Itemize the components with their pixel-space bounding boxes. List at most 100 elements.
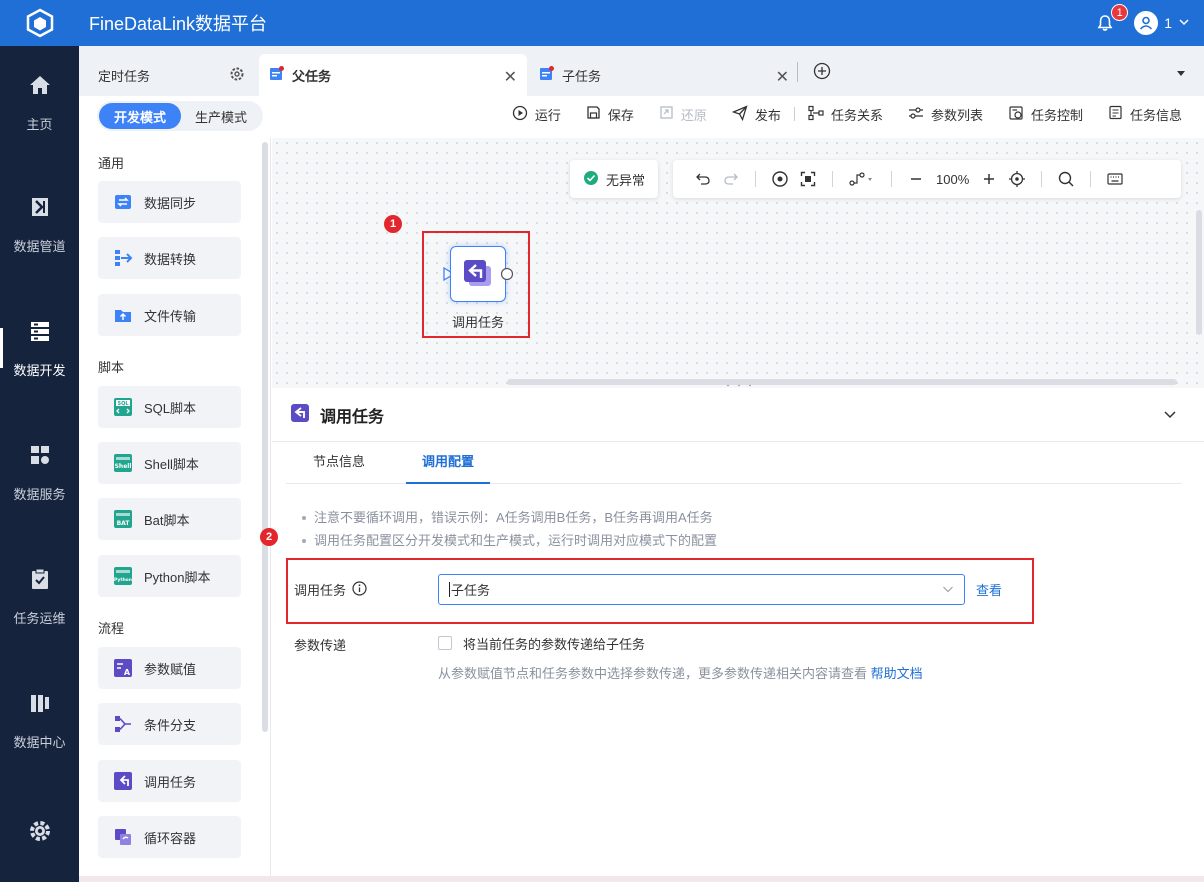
tab-list-dropdown-icon[interactable] [1176,66,1186,81]
add-tab-icon[interactable] [813,62,831,83]
data-transform-icon [112,247,134,269]
fit-view-icon[interactable] [794,165,822,193]
zoom-in-icon[interactable] [975,165,1003,193]
info-label: 任务信息 [1129,107,1182,123]
pass-params-checkbox[interactable] [438,636,452,650]
app-logo-icon[interactable] [0,0,79,46]
tab-parent-task[interactable]: 父任务 ✕ [259,54,527,96]
collapse-chevron-icon[interactable] [1162,406,1178,425]
nav-item-home[interactable]: 主页 [0,52,79,152]
flow-canvas[interactable]: 无异常 100% 1 调用任务 ⋮⋮⋮ [272,138,1204,395]
hint-text: 从参数赋值节点和任务参数中选择参数传递，更多参数传递相关内容请查看 [438,666,868,681]
tab-child-task[interactable]: 子任务 ✕ [531,54,799,96]
flow-node-call-task[interactable] [450,246,506,302]
dev-mode-button[interactable]: 开发模式 [99,103,181,129]
save-icon [586,105,601,123]
folder-icon [112,304,134,326]
tab-scheduled-tasks[interactable]: 定时任务 [79,54,257,96]
locate-center-icon[interactable] [1003,165,1031,193]
node-label: Python脚本 [144,569,211,585]
node-data-sync[interactable]: 数据同步 [98,181,241,223]
nav-item-datacenter[interactable]: 数据中心 [0,670,79,770]
node-palette: 通用 数据同步 数据转换 文件传输 脚本 SQL SQL脚本 Shell She… [79,138,271,882]
prod-mode-button[interactable]: 生产模式 [181,103,261,129]
run-button[interactable]: 运行 [512,105,561,124]
keyboard-icon[interactable] [1101,165,1129,193]
restore-button[interactable]: 还原 [659,105,707,124]
node-python-script[interactable]: Python Python脚本 [98,555,241,597]
node-loop-container[interactable]: 循环容器 [98,816,241,858]
params-label: 参数列表 [930,107,983,123]
notification-badge: 1 [1111,4,1129,21]
settings-gear-icon[interactable] [229,66,245,85]
save-label: 保存 [607,107,634,123]
node-param-assign[interactable]: A 参数赋值 [98,647,241,689]
call-task-select[interactable]: 子任务 [438,574,965,605]
node-shell-script[interactable]: Shell Shell脚本 [98,442,241,484]
canvas-toolbar: 100% [673,160,1181,198]
call-task-value: 子任务 [451,583,491,598]
node-output-port-icon[interactable] [500,267,514,284]
connector-style-icon[interactable] [843,165,881,193]
home-icon [27,72,53,98]
user-menu[interactable]: 1 [1134,11,1190,35]
node-condition-branch[interactable]: 条件分支 [98,703,241,745]
zoom-out-icon[interactable] [902,165,930,193]
nav-item-service[interactable]: 数据服务 [0,422,79,522]
node-file-transfer[interactable]: 文件传输 [98,294,241,336]
control-icon [1008,105,1024,124]
nav-item-settings[interactable] [0,794,79,882]
nav-item-pipeline[interactable]: 数据管道 [0,174,79,274]
tab-call-config[interactable]: 调用配置 [406,442,490,484]
search-icon[interactable] [1052,165,1080,193]
publish-button[interactable]: 发布 [731,104,781,124]
task-control-button[interactable]: 任务控制 [1008,105,1083,124]
mode-toggle: 开发模式 生产模式 [97,101,263,131]
step-badge-1: 1 [384,215,402,233]
save-button[interactable]: 保存 [586,105,634,124]
view-task-link[interactable]: 查看 [976,580,1002,599]
dev-icon [27,318,53,344]
tab-node-info[interactable]: 节点信息 [300,442,378,484]
undo-icon[interactable] [689,165,717,193]
service-icon [27,442,53,468]
nav-label: 数据中心 [13,734,66,750]
branch-icon [112,713,134,735]
nav-item-dev[interactable]: 数据开发 [0,298,79,398]
param-pass-label: 参数传递 [294,638,347,653]
canvas-horizontal-scrollbar[interactable] [507,379,1177,385]
eye-view-icon[interactable] [766,165,794,193]
nav-item-ops[interactable]: 任务运维 [0,546,79,646]
editor-toolbar: 开发模式 生产模式 运行 保存 还原 发布 任务关系 参数列表 任务控制 任务信… [79,96,1204,138]
node-label: Bat脚本 [144,512,190,528]
node-bat-script[interactable]: BAT Bat脚本 [98,498,241,540]
canvas-vertical-scrollbar[interactable] [1196,210,1202,335]
shell-script-icon: Shell [112,452,134,474]
node-sql-script[interactable]: SQL SQL脚本 [98,386,241,428]
publish-label: 发布 [754,107,781,123]
notification-bell-icon[interactable]: 1 [1094,4,1129,34]
send-icon [731,104,748,124]
relation-icon [808,105,824,124]
help-doc-link[interactable]: 帮助文档 [871,666,923,681]
flow-node-label: 调用任务 [451,315,504,330]
status-indicator[interactable]: 无异常 [570,160,658,198]
palette-scrollbar[interactable] [262,142,268,732]
data-sync-icon [112,191,134,213]
task-info-button[interactable]: 任务信息 [1108,105,1182,124]
pass-params-checkbox-label: 将当前任务的参数传递给子任务 [463,637,646,652]
left-navigation: 主页 数据管道 数据开发 数据服务 任务运维 数据中心 [0,46,79,882]
close-tab-icon[interactable]: ✕ [776,67,789,87]
svg-text:Python: Python [114,577,132,583]
node-data-transform[interactable]: 数据转换 [98,237,241,279]
section-flow: 流程 [98,621,125,636]
redo-icon[interactable] [717,165,745,193]
config-notes: 注意不要循环调用，错误示例：A任务调用B任务，B任务再调用A任务 调用任务配置区… [300,506,717,552]
info-circle-icon[interactable] [352,580,367,599]
note-item: 注意不要循环调用，错误示例：A任务调用B任务，B任务再调用A任务 [300,506,717,529]
param-list-button[interactable]: 参数列表 [908,105,983,124]
bottom-strip [79,876,1204,882]
node-call-task[interactable]: 调用任务 [98,760,241,802]
task-relation-button[interactable]: 任务关系 [808,105,883,124]
close-tab-icon[interactable]: ✕ [504,67,517,87]
